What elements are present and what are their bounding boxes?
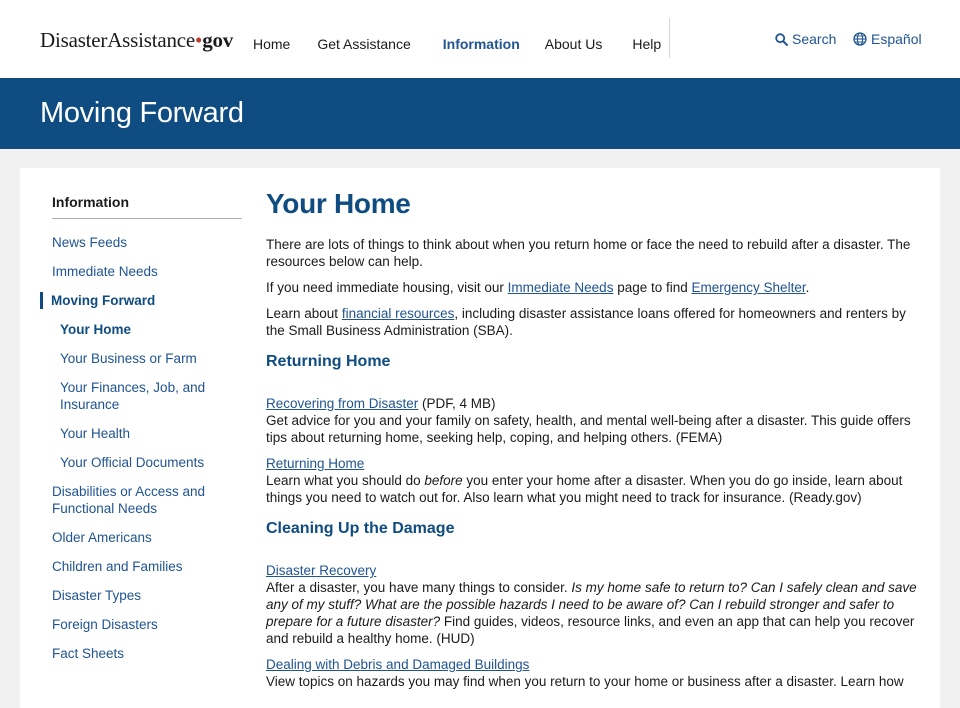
nav-get-assistance[interactable]: Get Assistance <box>317 36 410 52</box>
logo-gov: gov <box>202 28 234 52</box>
resource-item: Returning Home Learn what you should do … <box>266 455 926 506</box>
desc-text: After a disaster, you have many things t… <box>266 580 572 595</box>
logo-text-1: Disaster <box>40 28 108 52</box>
debris-damaged-buildings-link[interactable]: Dealing with Debris and Damaged Building… <box>266 657 529 672</box>
emergency-shelter-link[interactable]: Emergency Shelter <box>692 280 806 295</box>
search-icon <box>775 32 788 46</box>
resource-meta: (PDF, 4 MB) <box>418 396 496 411</box>
language-label: Español <box>871 31 922 47</box>
financial-paragraph: Learn about financial resources, includi… <box>266 305 926 339</box>
housing-text-b: page to find <box>613 280 692 295</box>
sidebar-item-foreign-disasters[interactable]: Foreign Disasters <box>52 616 242 633</box>
disaster-recovery-link[interactable]: Disaster Recovery <box>266 563 376 578</box>
resource-description: Learn what you should do before you ente… <box>266 472 926 506</box>
nav-home[interactable]: Home <box>253 36 290 52</box>
housing-text-c: . <box>805 280 810 295</box>
sidebar-item-your-business[interactable]: Your Business or Farm <box>52 350 242 367</box>
globe-icon <box>853 32 867 46</box>
resource-description: Get advice for you and your family on sa… <box>266 413 911 445</box>
sidebar-item-your-home[interactable]: Your Home <box>52 321 242 338</box>
housing-text-a: If you need immediate housing, visit our <box>266 280 508 295</box>
sidebar-item-news-feeds[interactable]: News Feeds <box>52 234 242 251</box>
banner-title: Moving Forward <box>40 97 244 129</box>
main-nav: Home Get Assistance Information About Us… <box>253 36 688 52</box>
logo-text-2: Assistance <box>107 28 196 52</box>
content-card: Information News Feeds Immediate Needs M… <box>20 168 940 708</box>
nav-help[interactable]: Help <box>632 36 661 52</box>
sidebar-list: News Feeds Immediate Needs Moving Forwar… <box>40 234 242 662</box>
recovering-from-disaster-link[interactable]: Recovering from Disaster <box>266 396 418 411</box>
page-title: Your Home <box>266 188 411 219</box>
site-logo[interactable]: DisasterAssistance•gov <box>40 28 233 53</box>
desc-text: Learn what you should do <box>266 473 425 488</box>
sidebar-item-your-finances[interactable]: Your Finances, Job, and Insurance <box>52 379 242 413</box>
resource-description: View topics on hazards you may find when… <box>266 674 904 689</box>
housing-paragraph: If you need immediate housing, visit our… <box>266 279 926 296</box>
section-heading-cleaning-up: Cleaning Up the Damage <box>266 520 455 537</box>
sidebar-item-disabilities[interactable]: Disabilities or Access and Functional Ne… <box>52 483 242 517</box>
nav-divider <box>669 18 670 58</box>
sidebar-item-immediate-needs[interactable]: Immediate Needs <box>52 263 242 280</box>
intro-paragraph: There are lots of things to think about … <box>266 237 911 269</box>
sidebar: Information News Feeds Immediate Needs M… <box>40 194 242 674</box>
sidebar-item-moving-forward[interactable]: Moving Forward <box>40 292 242 309</box>
section-heading-returning-home: Returning Home <box>266 353 391 370</box>
page-banner: Moving Forward <box>0 78 960 149</box>
main-content: Your Home There are lots of things to th… <box>266 188 926 699</box>
resource-description: After a disaster, you have many things t… <box>266 579 926 647</box>
site-header: DisasterAssistance•gov Home Get Assistan… <box>0 0 960 78</box>
sidebar-heading: Information <box>52 194 242 219</box>
resource-item: Disaster Recovery After a disaster, you … <box>266 562 926 647</box>
sidebar-item-official-documents[interactable]: Your Official Documents <box>52 454 242 471</box>
sidebar-item-your-health[interactable]: Your Health <box>52 425 242 442</box>
returning-home-link[interactable]: Returning Home <box>266 456 364 471</box>
sidebar-item-older-americans[interactable]: Older Americans <box>52 529 242 546</box>
sidebar-item-disaster-types[interactable]: Disaster Types <box>52 587 242 604</box>
search-label: Search <box>792 31 837 47</box>
immediate-needs-link[interactable]: Immediate Needs <box>508 280 614 295</box>
desc-emphasis: before <box>424 473 463 488</box>
resource-item: Recovering from Disaster (PDF, 4 MB) Get… <box>266 395 926 446</box>
resource-item: Dealing with Debris and Damaged Building… <box>266 656 926 690</box>
financial-text-a: Learn about <box>266 306 342 321</box>
sidebar-item-children-families[interactable]: Children and Families <box>52 558 242 575</box>
search-button[interactable]: Search <box>775 31 836 47</box>
financial-resources-link[interactable]: financial resources <box>342 306 455 321</box>
nav-information[interactable]: Information <box>443 36 520 52</box>
sidebar-item-fact-sheets[interactable]: Fact Sheets <box>52 645 242 662</box>
language-toggle[interactable]: Español <box>853 31 922 47</box>
nav-about-us[interactable]: About Us <box>545 36 603 52</box>
